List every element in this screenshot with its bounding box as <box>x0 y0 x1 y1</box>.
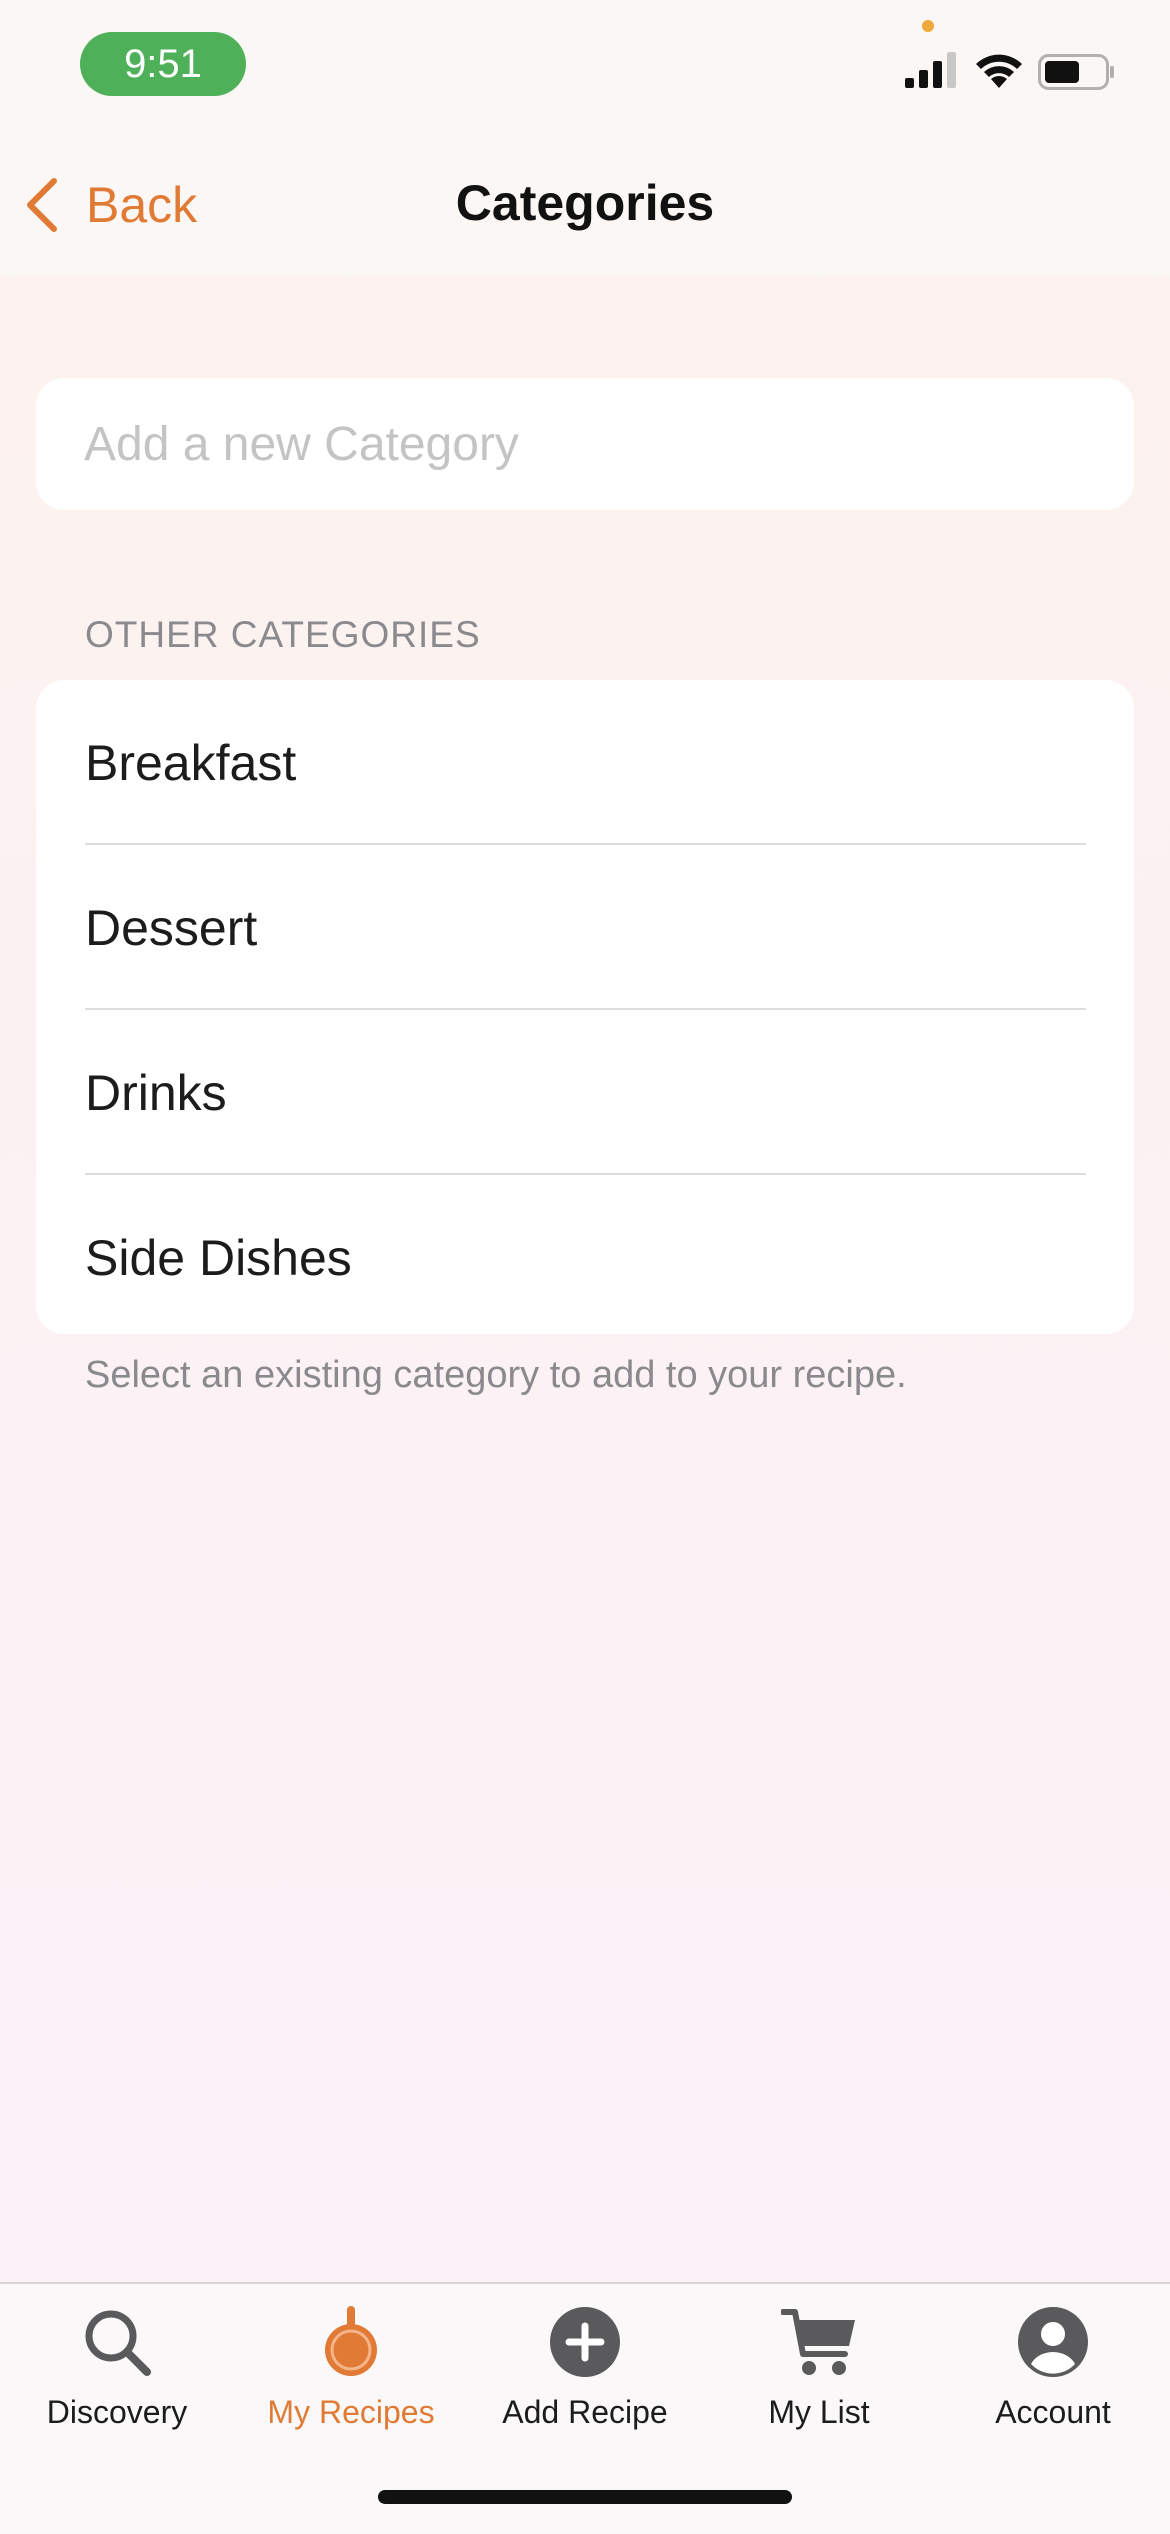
tab-label: Discovery <box>46 2394 188 2430</box>
tab-label: Account <box>995 2394 1111 2430</box>
cart-icon <box>781 2309 855 2375</box>
tab-label: My List <box>768 2394 870 2430</box>
tab-add-recipe[interactable]: Add Recipe <box>468 2304 702 2454</box>
category-row-side-dishes[interactable]: Side Dishes <box>36 1175 1134 1334</box>
new-category-input[interactable] <box>84 378 1094 510</box>
other-categories-footer: Select an existing category to add to yo… <box>85 1354 907 1396</box>
tab-my-recipes[interactable]: My Recipes <box>234 2304 468 2454</box>
wifi-icon <box>976 54 1022 88</box>
category-row-dessert[interactable]: Dessert <box>36 845 1134 1010</box>
tab-my-list[interactable]: My List <box>702 2304 936 2454</box>
new-category-card <box>36 378 1134 510</box>
category-list: Breakfast Dessert Drinks Side Dishes <box>36 680 1134 1334</box>
tab-label: Add Recipe <box>502 2394 668 2430</box>
privacy-indicator-dot <box>922 20 934 32</box>
navigation-bar: Back Categories <box>0 130 1170 276</box>
category-row-drinks[interactable]: Drinks <box>36 1010 1134 1175</box>
tab-label: My Recipes <box>267 2394 435 2430</box>
search-icon <box>85 2310 151 2376</box>
category-label: Dessert <box>85 899 258 956</box>
tab-account[interactable]: Account <box>936 2304 1170 2454</box>
category-row-breakfast[interactable]: Breakfast <box>36 680 1134 845</box>
tab-discovery[interactable]: Discovery <box>0 2304 234 2454</box>
battery-icon <box>1038 54 1114 90</box>
other-categories-header: OTHER CATEGORIES <box>85 614 481 655</box>
category-label: Breakfast <box>85 734 297 791</box>
person-circle-icon <box>1018 2307 1088 2377</box>
category-label: Drinks <box>85 1064 227 1121</box>
pan-icon <box>325 2306 377 2376</box>
home-indicator <box>378 2490 792 2504</box>
status-bar: 9:51 <box>0 0 1170 130</box>
category-label: Side Dishes <box>85 1229 352 1286</box>
page-title: Categories <box>455 175 715 231</box>
plus-circle-icon <box>550 2307 620 2377</box>
cellular-signal-icon <box>905 52 956 88</box>
status-time: 9:51 <box>80 32 246 96</box>
